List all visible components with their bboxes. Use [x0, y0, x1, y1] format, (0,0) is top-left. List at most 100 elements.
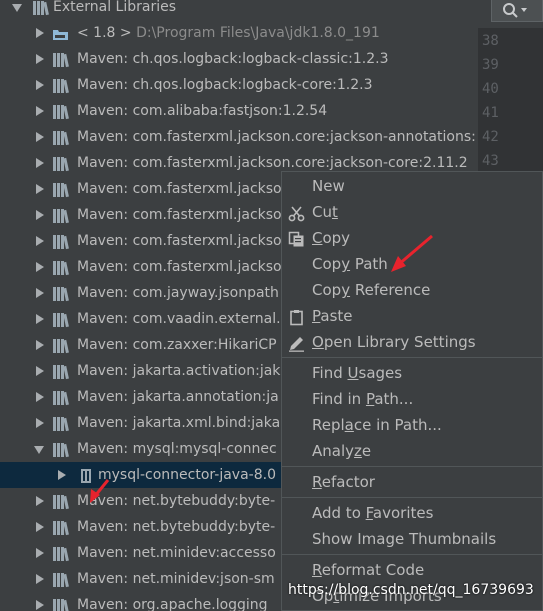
tree-row-label: Maven: com.fasterxml.jackso [77, 176, 282, 202]
tree-row[interactable]: < 1.8 > D:\Program Files\Java\jdk1.8.0_1… [0, 20, 478, 46]
watermark-url: https://blog.csdn.net/qq_16739693 [288, 582, 534, 598]
library-name: Maven: com.fasterxml.jackso [77, 259, 282, 275]
menu-item-show-image-thumbnails[interactable]: Show Image Thumbnails [282, 526, 542, 552]
library-icon [52, 571, 69, 588]
tree-row-label: Maven: com.fasterxml.jackso [77, 202, 282, 228]
library-icon [52, 51, 69, 68]
expand-arrow-right-icon[interactable] [34, 124, 46, 150]
expand-arrow-right-icon[interactable] [34, 410, 46, 436]
menu-item-new[interactable]: New [282, 173, 542, 199]
library-name: Maven: jakarta.xml.bind:jaka [77, 415, 281, 431]
tree-row-label: Maven: org.apache.logging [77, 592, 268, 611]
line-number: 41 [482, 105, 499, 121]
menu-item-open-library-settings[interactable]: Open Library Settings [282, 329, 542, 355]
expand-arrow-right-icon[interactable] [34, 150, 46, 176]
expand-arrow-right-icon[interactable] [34, 592, 46, 611]
line-number: 40 [482, 81, 499, 97]
scissors-icon [288, 204, 305, 222]
menu-item-cut[interactable]: Cut [282, 199, 542, 225]
tree-row[interactable]: Maven: ch.qos.logback:logback-core:1.2.3 [0, 72, 478, 98]
expand-arrow-right-icon[interactable] [34, 306, 46, 332]
tree-row-label: Maven: net.minidev:json-sm [77, 566, 275, 592]
menu-item-copy-path[interactable]: Copy Path [282, 251, 542, 277]
library-icon [52, 181, 69, 198]
menu-separator [282, 466, 542, 467]
library-name: Maven: ch.qos.logback:logback-core:1.2.3 [77, 77, 373, 93]
tree-row[interactable]: Maven: ch.qos.logback:logback-classic:1.… [0, 46, 478, 72]
tree-row[interactable]: Maven: com.fasterxml.jackson.core:jackso… [0, 124, 478, 150]
expand-arrow-right-icon[interactable] [34, 254, 46, 280]
tree-row-label: Maven: com.vaadin.external. [77, 306, 281, 332]
tree-row-label: Maven: com.fasterxml.jackso [77, 254, 282, 280]
expand-arrow-right-icon[interactable] [34, 566, 46, 592]
menu-item-refactor[interactable]: Refactor [282, 469, 542, 495]
library-icon [52, 389, 69, 406]
library-name: Maven: com.fasterxml.jackso [77, 233, 282, 249]
tree-row-label: Maven: net.bytebuddy:byte- [77, 514, 275, 540]
library-icon [52, 519, 69, 536]
jar-icon [78, 467, 95, 483]
library-name: Maven: ch.qos.logback:logback-classic:1.… [77, 51, 389, 67]
menu-separator [282, 554, 542, 555]
expand-arrow-right-icon[interactable] [34, 202, 46, 228]
menu-item-add-to-favorites[interactable]: Add to Favorites [282, 500, 542, 526]
pencil-icon [288, 334, 305, 352]
menu-item-label: Refactor [312, 473, 375, 491]
jdk-folder-icon [52, 25, 69, 41]
expand-arrow-right-icon[interactable] [34, 384, 46, 410]
menu-item-copy[interactable]: Copy [282, 225, 542, 251]
library-name: Maven: net.minidev:json-sm [77, 571, 275, 587]
expand-arrow-right-icon[interactable] [34, 228, 46, 254]
expand-arrow-right-icon[interactable] [34, 540, 46, 566]
library-name: Maven: org.apache.logging [77, 597, 268, 611]
menu-item-reformat-code[interactable]: Reformat Code [282, 557, 542, 583]
menu-item-label: Cut [312, 203, 338, 221]
library-name: Maven: com.jayway.jsonpath [77, 285, 279, 301]
library-name: Maven: com.fasterxml.jackso [77, 207, 282, 223]
library-icon [52, 259, 69, 276]
tree-row[interactable]: External Libraries [0, 0, 478, 20]
tree-row-label: Maven: com.fasterxml.jackso [77, 228, 282, 254]
library-icon [52, 363, 69, 380]
library-path: D:\Program Files\Java\jdk1.8.0_191 [131, 25, 380, 41]
menu-item-find-in-path[interactable]: Find in Path... [282, 386, 542, 412]
menu-item-copy-reference[interactable]: Copy Reference [282, 277, 542, 303]
tree-row-label: Maven: net.bytebuddy:byte- [77, 488, 275, 514]
search-icon [503, 3, 527, 18]
expand-arrow-right-icon[interactable] [34, 280, 46, 306]
expand-arrow-right-icon[interactable] [56, 462, 68, 488]
library-icon [52, 285, 69, 302]
menu-item-analyze[interactable]: Analyze [282, 438, 542, 464]
library-icon [52, 545, 69, 562]
tree-row-label: < 1.8 > D:\Program Files\Java\jdk1.8.0_1… [77, 20, 380, 46]
library-name: mysql-connector-java-8.0 [98, 467, 276, 483]
expand-arrow-right-icon[interactable] [34, 358, 46, 384]
menu-item-label: Reformat Code [312, 561, 425, 579]
tree-row[interactable]: Maven: com.alibaba:fastjson:1.2.54 [0, 98, 478, 124]
library-name: Maven: com.fasterxml.jackson.core:jackso… [77, 129, 476, 145]
tree-row-label: Maven: jakarta.annotation:ja [77, 384, 279, 410]
library-name: Maven: jakarta.annotation:ja [77, 389, 279, 405]
menu-item-find-usages[interactable]: Find Usages [282, 360, 542, 386]
expand-arrow-down-icon[interactable] [12, 0, 24, 20]
expand-arrow-right-icon[interactable] [34, 514, 46, 540]
expand-arrow-right-icon[interactable] [34, 332, 46, 358]
tree-row-label: Maven: com.fasterxml.jackson.core:jackso… [77, 124, 476, 150]
menu-item-label: Add to Favorites [312, 504, 434, 522]
menu-item-label: Analyze [312, 442, 372, 460]
library-icon [52, 103, 69, 120]
expand-arrow-right-icon[interactable] [34, 488, 46, 514]
tree-row-label: Maven: jakarta.xml.bind:jaka [77, 410, 280, 436]
expand-arrow-right-icon[interactable] [34, 98, 46, 124]
expand-arrow-right-icon[interactable] [34, 46, 46, 72]
menu-item-replace-in-path[interactable]: Replace in Path... [282, 412, 542, 438]
expand-arrow-right-icon[interactable] [34, 72, 46, 98]
clipboard-icon [288, 308, 305, 326]
expand-arrow-right-icon[interactable] [34, 176, 46, 202]
menu-item-paste[interactable]: Paste [282, 303, 542, 329]
tree-row-label: External Libraries [53, 0, 176, 20]
search-options-button[interactable] [491, 0, 543, 22]
expand-arrow-down-icon[interactable] [34, 436, 46, 462]
expand-arrow-right-icon[interactable] [34, 20, 46, 46]
menu-separator [282, 497, 542, 498]
